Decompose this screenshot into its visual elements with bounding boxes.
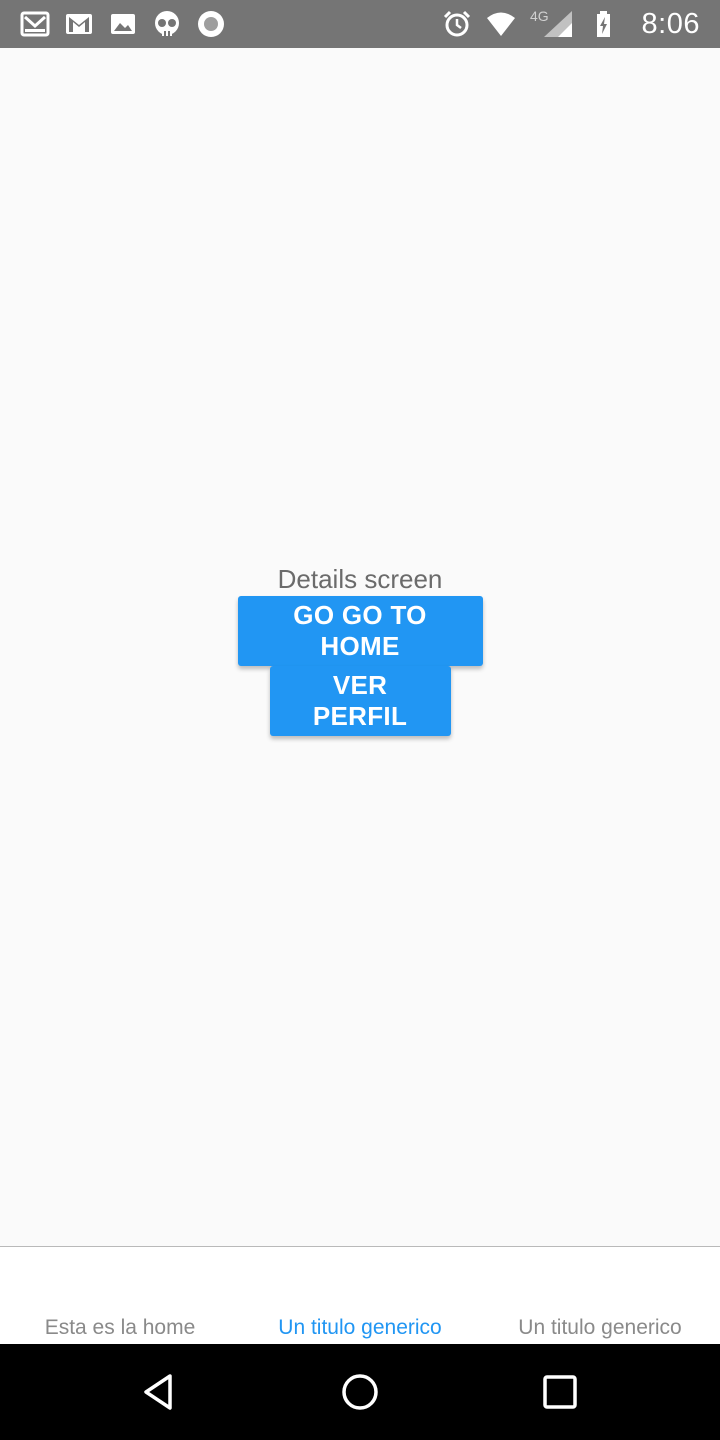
tab-titulo-generico-1[interactable]: Un titulo generico	[240, 1247, 480, 1344]
back-icon	[144, 1374, 172, 1410]
record-icon	[196, 9, 226, 39]
ver-perfil-button[interactable]: VER PERFIL	[269, 666, 451, 736]
recents-button[interactable]	[520, 1352, 600, 1432]
system-nav-bar	[0, 1344, 720, 1440]
network-type: 4G	[530, 9, 549, 24]
details-stack: Details screen GO GO TO HOME VER PERFIL	[0, 562, 720, 736]
home-button[interactable]	[320, 1352, 400, 1432]
gmail-icon	[20, 9, 50, 39]
page-title: Details screen	[277, 564, 443, 594]
clock: 8:06	[641, 7, 700, 40]
battery-charging-icon	[588, 9, 618, 39]
signal-icon: 4G	[530, 9, 574, 39]
skull-icon	[152, 9, 182, 39]
tab-home[interactable]: Esta es la home	[0, 1247, 240, 1344]
recents-icon	[543, 1375, 577, 1409]
home-icon	[342, 1374, 378, 1410]
wifi-icon	[486, 9, 516, 39]
back-button[interactable]	[120, 1352, 200, 1432]
status-bar: 4G 8:06	[0, 0, 720, 48]
alarm-icon	[442, 9, 472, 39]
notification-icons	[20, 9, 226, 39]
photo-icon	[108, 9, 138, 39]
system-icons: 4G 8:06	[442, 8, 700, 41]
tab-titulo-generico-2[interactable]: Un titulo generico	[480, 1247, 720, 1344]
go-to-home-button[interactable]: GO GO TO HOME	[237, 596, 483, 666]
main-content: Details screen GO GO TO HOME VER PERFIL	[0, 48, 720, 1246]
gmail-icon	[64, 9, 94, 39]
bottom-tab-bar: Esta es la home Un titulo generico Un ti…	[0, 1246, 720, 1344]
